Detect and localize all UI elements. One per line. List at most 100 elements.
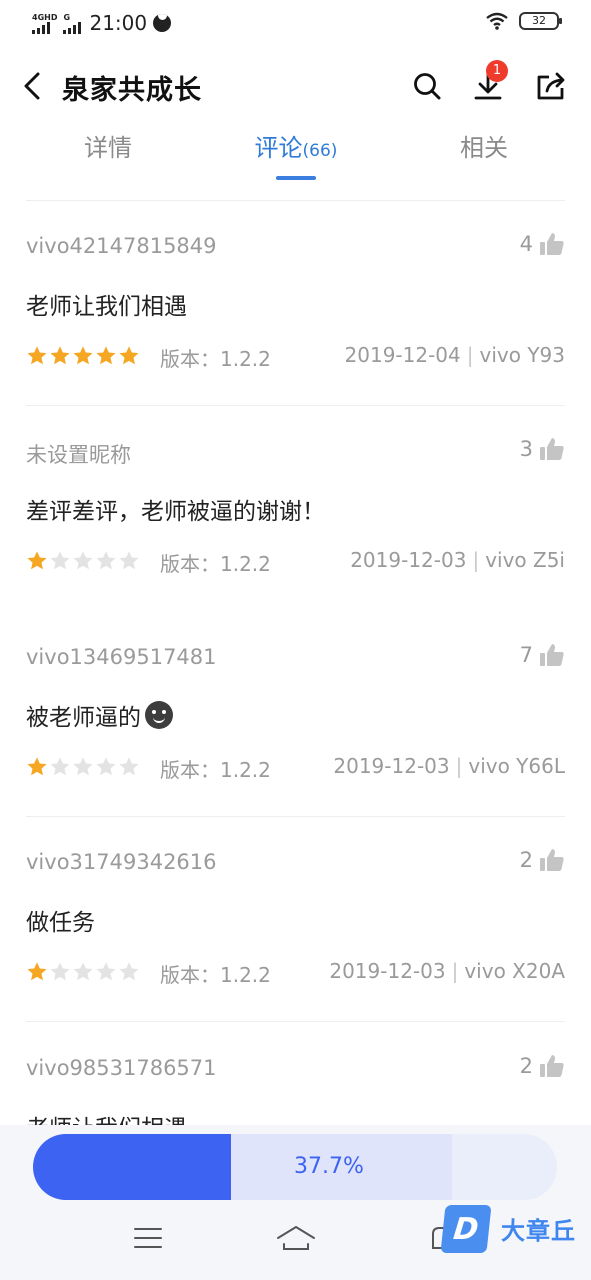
share-icon bbox=[537, 72, 565, 100]
download-progress-button[interactable]: 37.7% bbox=[33, 1134, 557, 1200]
star-icon bbox=[73, 962, 93, 981]
review-date: 2019-12-03 bbox=[333, 754, 450, 778]
tab-comments[interactable]: 评论(66) bbox=[250, 128, 342, 163]
review-device: vivo Z5i bbox=[485, 548, 565, 572]
status-left: 4GHD G 21:00 bbox=[32, 10, 172, 36]
review-content: 被老师逼的 bbox=[26, 698, 173, 732]
star-icon bbox=[50, 757, 70, 776]
download-progress-text: 37.7% bbox=[294, 1154, 364, 1179]
review-device: vivo Y66L bbox=[468, 754, 565, 778]
star-icon bbox=[73, 346, 93, 365]
review-text: 被老师逼的 bbox=[26, 705, 141, 731]
menu-button[interactable] bbox=[123, 1218, 173, 1258]
tab-details[interactable]: 详情 bbox=[80, 128, 136, 163]
search-button[interactable] bbox=[407, 66, 447, 106]
watermark-badge: D bbox=[440, 1205, 492, 1253]
star-icon bbox=[27, 962, 47, 981]
download-progress-fill bbox=[33, 1134, 231, 1200]
tab-label: 评论 bbox=[254, 134, 303, 162]
review-text: 差评差评，老师被逼的谢谢！ bbox=[26, 499, 325, 525]
review-meta: 版本：1.2.2 2019-12-04 | vivo Y93 bbox=[26, 341, 565, 371]
review-device: vivo X20A bbox=[464, 959, 565, 983]
like-button[interactable]: 7 bbox=[520, 642, 565, 668]
review-item: vivo98531786571 2 老师让我们相遇 bbox=[26, 1023, 565, 1125]
star-rating bbox=[26, 345, 140, 367]
thumbs-up-icon bbox=[540, 438, 564, 460]
star-icon bbox=[119, 346, 139, 365]
divider bbox=[26, 1021, 565, 1022]
review-text: 老师让我们相遇 bbox=[26, 294, 187, 320]
back-button[interactable] bbox=[14, 66, 50, 106]
star-icon bbox=[50, 551, 70, 570]
star-icon bbox=[50, 962, 70, 981]
star-icon bbox=[119, 757, 139, 776]
like-button[interactable]: 3 bbox=[520, 436, 565, 462]
review-item: 未设置昵称 3 差评差评，老师被逼的谢谢！ 版本：1.2.2 2019-12-0… bbox=[26, 406, 565, 611]
watermark-text: 大章丘 bbox=[501, 1217, 576, 1245]
version-label: 版本： bbox=[160, 552, 220, 576]
review-username: vivo13469517481 bbox=[26, 645, 217, 669]
signal-icon: 4GHD bbox=[32, 13, 57, 34]
review-item: vivo13469517481 7 被老师逼的 版本：1.2.2 2019-12… bbox=[26, 612, 565, 817]
home-button[interactable] bbox=[271, 1218, 321, 1258]
like-count: 4 bbox=[519, 232, 533, 256]
share-button[interactable] bbox=[531, 66, 571, 106]
star-icon bbox=[27, 551, 47, 570]
version-value: 1.2.2 bbox=[220, 963, 271, 987]
review-date-device: 2019-12-04 | vivo Y93 bbox=[344, 343, 566, 367]
watermark-letter: D bbox=[451, 1211, 481, 1247]
review-version: 版本：1.2.2 bbox=[160, 343, 271, 372]
page-title: 泉家共成长 bbox=[62, 75, 202, 106]
like-button[interactable]: 4 bbox=[520, 231, 565, 257]
star-icon bbox=[96, 757, 116, 776]
review-username: 未设置昵称 bbox=[26, 443, 131, 467]
review-version: 版本：1.2.2 bbox=[160, 754, 271, 783]
network-type-label-2: G bbox=[63, 12, 71, 22]
star-icon bbox=[50, 346, 70, 365]
menu-icon bbox=[134, 1228, 162, 1248]
wifi-icon bbox=[486, 12, 508, 30]
review-version: 版本：1.2.2 bbox=[160, 548, 271, 577]
review-date: 2019-12-03 bbox=[350, 548, 467, 572]
like-button[interactable]: 2 bbox=[520, 847, 565, 873]
review-date: 2019-12-04 bbox=[344, 343, 461, 367]
like-count: 7 bbox=[519, 643, 533, 667]
star-rating bbox=[26, 550, 140, 572]
thumbs-up-icon bbox=[540, 1055, 564, 1077]
active-tab-indicator bbox=[276, 176, 316, 180]
review-content: 差评差评，老师被逼的谢谢！ bbox=[26, 492, 325, 526]
review-meta: 版本：1.2.2 2019-12-03 | vivo Z5i bbox=[26, 546, 565, 576]
tab-comment-count: (66) bbox=[302, 141, 338, 161]
review-item: vivo31749342616 2 做任务 版本：1.2.2 2019-12-0… bbox=[26, 817, 565, 1022]
review-content: 老师让我们相遇 bbox=[26, 1109, 187, 1125]
download-count-badge: 1 bbox=[486, 60, 508, 82]
network-type-label: 4GHD bbox=[32, 12, 58, 22]
status-time: 21:00 bbox=[89, 11, 148, 35]
review-device: vivo Y93 bbox=[479, 343, 566, 367]
version-label: 版本： bbox=[160, 347, 220, 371]
download-button[interactable]: 1 bbox=[468, 60, 508, 106]
review-date-device: 2019-12-03 | vivo X20A bbox=[329, 959, 565, 983]
battery-level: 32 bbox=[532, 14, 546, 27]
review-content: 老师让我们相遇 bbox=[26, 287, 187, 321]
tab-related[interactable]: 相关 bbox=[456, 128, 512, 163]
thumbs-up-icon bbox=[540, 233, 564, 255]
status-right: 32 bbox=[485, 12, 562, 30]
review-date-device: 2019-12-03 | vivo Y66L bbox=[333, 754, 565, 778]
tab-label: 详情 bbox=[84, 134, 132, 162]
star-icon bbox=[73, 757, 93, 776]
like-count: 2 bbox=[519, 848, 533, 872]
review-version: 版本：1.2.2 bbox=[160, 959, 271, 988]
star-rating bbox=[26, 961, 140, 983]
like-button[interactable]: 2 bbox=[520, 1053, 565, 1079]
star-icon bbox=[96, 962, 116, 981]
like-count: 3 bbox=[519, 437, 533, 461]
star-rating bbox=[26, 756, 140, 778]
review-list[interactable]: vivo42147815849 4 老师让我们相遇 版本：1.2.2 2019-… bbox=[0, 201, 591, 1125]
chevron-left-icon bbox=[24, 72, 40, 100]
star-icon bbox=[96, 551, 116, 570]
thumbs-up-icon bbox=[540, 644, 564, 666]
review-item: vivo42147815849 4 老师让我们相遇 版本：1.2.2 2019-… bbox=[26, 201, 565, 406]
star-icon bbox=[27, 757, 47, 776]
review-date-device: 2019-12-03 | vivo Z5i bbox=[350, 548, 565, 572]
